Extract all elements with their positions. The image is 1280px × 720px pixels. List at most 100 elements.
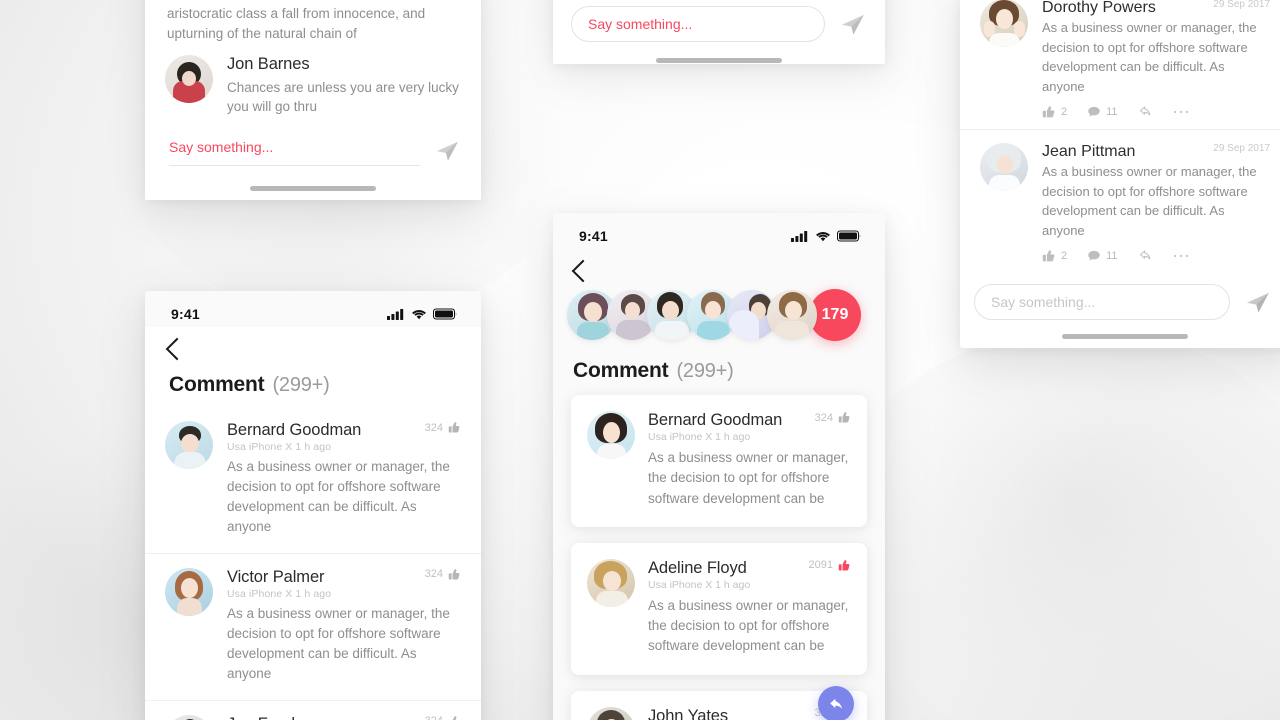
like-button[interactable]: 2 [1042,105,1067,119]
back-button[interactable] [553,249,885,283]
avatar [165,54,213,103]
like-button[interactable]: 324 [425,421,461,434]
like-count: 2 [1061,105,1068,118]
like-button[interactable]: 324 [425,568,461,581]
avatar [165,567,213,616]
comment-heading: Comment [169,373,265,396]
like-button[interactable]: 324 [425,715,461,720]
comment-bubble-icon [1088,106,1100,117]
avatar [165,421,213,469]
status-time: 9:41 [579,228,608,244]
table-row[interactable]: Joe Frank Usa iPhone X 1 h ago 324 As a … [145,701,481,720]
reply-button[interactable] [1138,104,1153,119]
background-shadow-right [820,330,1280,720]
comment-meta: Usa iPhone X 1 h ago [227,587,332,600]
comment-actions: 2 11 [1042,104,1270,119]
comment-author: Victor Palmer [227,567,325,586]
avatar-strip[interactable]: 179 [553,279,885,355]
like-button[interactable]: 324 [815,411,851,424]
home-indicator [250,186,376,191]
avatar-overflow-count: 179 [821,306,849,323]
comment-actions: 2 11 [1042,248,1270,263]
list-item[interactable]: Adeline Floyd Usa iPhone X 1 h ago 2091 … [571,542,867,675]
send-paper-plane-icon[interactable] [839,10,867,38]
comment-text: As a business owner or manager, the deci… [648,450,849,506]
comment-reply-count[interactable]: 11 [1087,249,1118,263]
like-count: 324 [425,715,443,720]
thumbs-up-icon [838,412,850,423]
comment-date: 29 Sep 2017 [1213,143,1270,154]
thumbs-up-icon [1042,105,1055,117]
comment-count: 11 [1106,105,1118,118]
thumbs-up-icon [1042,249,1055,261]
like-count: 324 [814,411,833,424]
more-ellipsis-icon[interactable] [1173,109,1189,115]
top-left-partial-post: aristocratic class a fall from innocence… [145,0,481,45]
cellular-signal-icon [791,231,808,242]
avatar [587,558,635,607]
reply-button[interactable] [1138,248,1153,263]
comment-author: Jon Barnes [227,54,310,73]
comment-text: As a business owner or manager, the deci… [1042,20,1257,94]
mockup-scene: aristocratic class a fall from innocence… [0,0,1280,720]
comment-text: As a business owner or manager, the deci… [227,459,450,534]
thumbs-up-icon [448,569,460,580]
status-time: 9:41 [171,306,200,322]
comment-input[interactable]: Say something... [974,284,1230,320]
left-phone-screen: 9:41 Comment (299+) Bernard Goodman Usa … [145,291,481,720]
comment-reply-count[interactable]: 11 [1087,105,1118,119]
status-bar: 9:41 [145,291,481,327]
like-count: 2 [1061,249,1068,262]
comment-author: John Yates [648,706,729,720]
avatar [587,411,635,459]
comment-input-placeholder: Say something... [169,139,274,155]
avatar[interactable] [767,290,817,340]
list-item[interactable]: Bernard Goodman Usa iPhone X 1 h ago 324… [571,395,867,527]
like-count: 2091 [808,559,833,572]
send-paper-plane-icon[interactable] [434,137,461,164]
comment-date: 29 Sep 2017 [1213,0,1270,10]
cellular-signal-icon [387,309,404,320]
table-row[interactable]: Bernard Goodman Usa iPhone X 1 h ago 324… [145,407,481,554]
comment-author: Jean Pittman [1042,143,1136,160]
back-button[interactable] [145,327,481,361]
home-indicator [656,58,782,63]
comment-text: As a business owner or manager, the deci… [227,605,450,681]
avatar [165,714,213,720]
reply-arrow-icon [1139,250,1150,260]
composer-bar: Say something... [960,270,1280,324]
top-center-composer-card: Say something... [553,0,885,64]
center-phone-screen: 9:41 179 Comment (299+) Bernard Goodman … [553,213,885,720]
thumbs-up-icon [452,715,459,720]
comment-count: (299+) [272,374,330,396]
top-left-comment-card: aristocratic class a fall from innocence… [145,0,481,200]
table-row[interactable]: Victor Palmer Usa iPhone X 1 h ago 324 A… [145,554,481,701]
comment-heading: Comment [573,359,669,382]
comment-input[interactable]: Say something... [571,6,825,42]
comment-count: 11 [1106,249,1118,262]
home-indicator [1062,334,1188,339]
comment-author: Joe Frank [227,715,331,720]
partial-post-text: aristocratic class a fall from innocence… [167,6,426,42]
comment-author: Dorothy Powers [1042,0,1156,16]
battery-icon [837,230,861,242]
page-title: Comment (299+) [553,355,885,395]
like-button[interactable]: 2091 [809,559,851,572]
comment-input-placeholder: Say something... [588,16,693,32]
comment-author: Bernard Goodman [648,411,783,429]
table-row[interactable]: Jean Pittman 29 Sep 2017 As a business o… [960,130,1280,274]
battery-icon [433,308,457,320]
reply-fab-button[interactable] [818,686,854,720]
right-panel-screen: Dorothy Powers 29 Sep 2017 As a business… [960,0,1280,348]
send-paper-plane-icon[interactable] [1244,288,1272,316]
comment-meta: Usa iPhone X 1 h ago [227,441,332,453]
table-row[interactable]: Dorothy Powers 29 Sep 2017 As a business… [960,0,1280,130]
more-ellipsis-icon[interactable] [1173,253,1189,259]
avatar [980,143,1028,191]
reply-arrow-icon [829,698,842,709]
like-count: 324 [424,568,443,581]
like-button[interactable]: 2 [1042,249,1067,263]
comment-meta: Usa iPhone X 1 h ago [648,578,751,591]
comment-input[interactable]: Say something... [169,135,420,166]
thumbs-up-icon [448,422,460,433]
